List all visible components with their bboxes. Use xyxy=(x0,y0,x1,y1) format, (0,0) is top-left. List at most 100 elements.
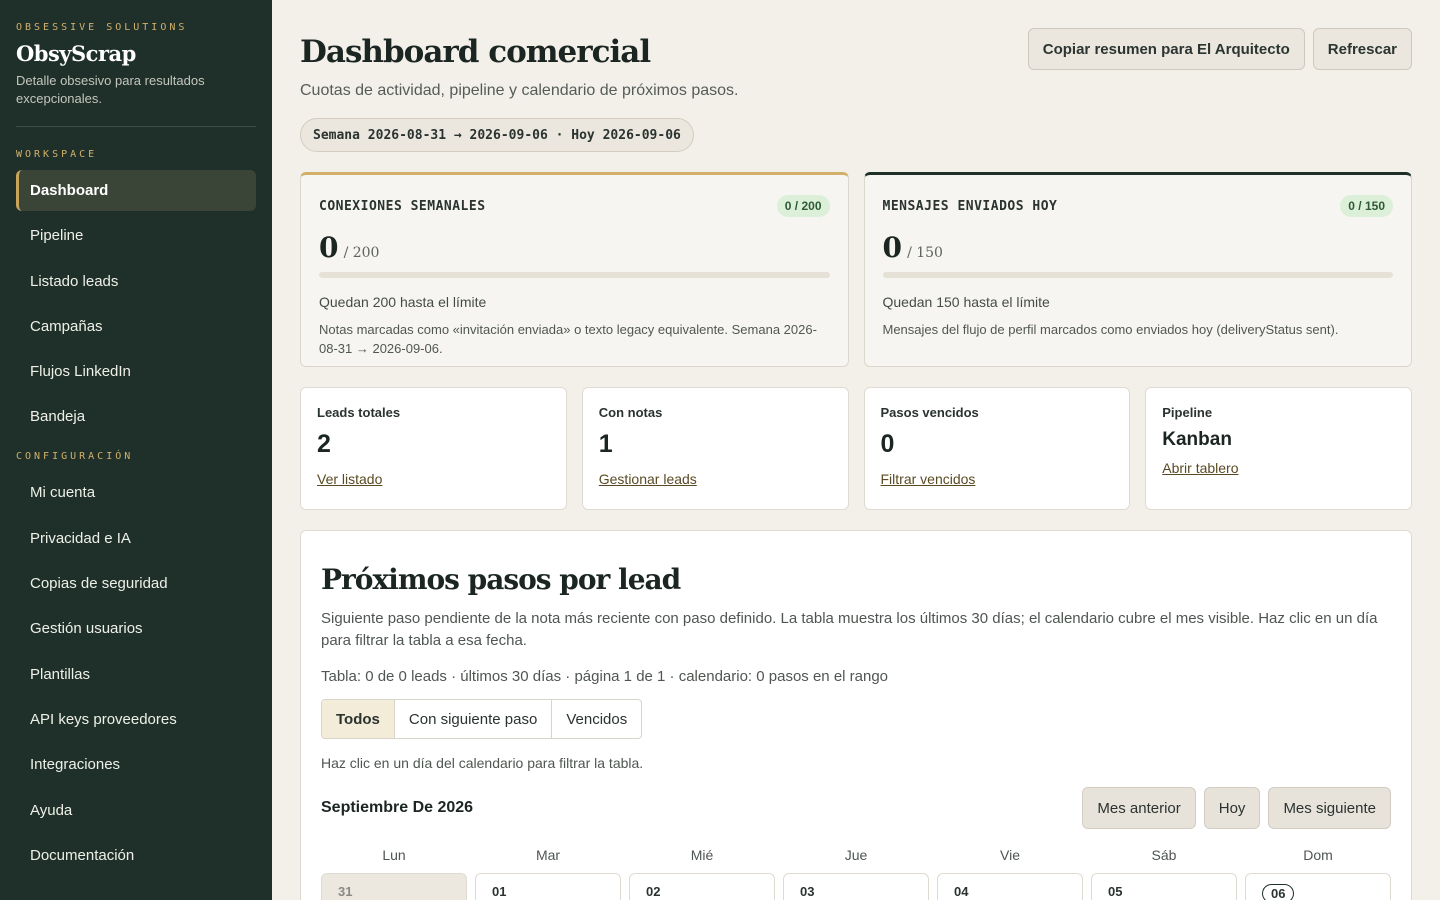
stat-card-with-notes: Con notas 1 Gestionar leads xyxy=(581,387,849,510)
filter-all[interactable]: Todos xyxy=(322,700,395,738)
stat-card-total-leads: Leads totales 2 Ver listado xyxy=(300,387,567,510)
header-actions: Copiar resumen para El Arquitecto Refres… xyxy=(1027,28,1412,70)
stat-value: Kanban xyxy=(1162,429,1232,450)
calendar-header: Septiembre De 2026 Mes anterior Hoy Mes … xyxy=(321,787,1391,829)
day-number: 03 xyxy=(800,884,815,899)
day-number: 02 xyxy=(646,884,661,899)
calendar-day[interactable]: 04 xyxy=(937,873,1083,900)
calendar-day[interactable]: 03 xyxy=(783,873,929,900)
sidebar-item-copias-seguridad[interactable]: Copias de seguridad xyxy=(16,563,256,604)
sidebar-item-privacidad-ia[interactable]: Privacidad e IA xyxy=(16,518,256,559)
weekday-label: Mié xyxy=(690,847,714,863)
weekday-label: Vie xyxy=(1000,847,1020,863)
stat-label: Leads totales xyxy=(317,405,401,420)
calendar-weekdays: Lun Mar Mié Jue Vie Sáb Dom xyxy=(321,847,1391,863)
sidebar-item-listado-leads[interactable]: Listado leads xyxy=(16,261,256,302)
quota-label: MENSAJES ENVIADOS HOY xyxy=(882,198,1058,214)
brand-tagline: Detalle obsesivo para resultados excepci… xyxy=(16,73,205,106)
sidebar-item-pipeline[interactable]: Pipeline xyxy=(16,215,256,256)
quota-current: 0 xyxy=(882,231,902,264)
calendar-day[interactable]: 02 xyxy=(629,873,775,900)
view-list-link[interactable]: Ver listado xyxy=(317,471,382,487)
next-month-button[interactable]: Mes siguiente xyxy=(1268,787,1391,829)
weekday-label: Sáb xyxy=(1151,847,1177,863)
day-number: 01 xyxy=(492,884,507,899)
calendar-day[interactable]: 31 xyxy=(321,873,467,900)
calendar-day[interactable]: 05 xyxy=(1091,873,1237,900)
stat-label: Con notas xyxy=(598,405,663,420)
stat-value: 0 xyxy=(880,430,895,458)
filter-with-next-step[interactable]: Con siguiente paso xyxy=(395,700,553,738)
next-steps-panel: Próximos pasos por lead Siguiente paso p… xyxy=(300,530,1412,900)
quota-current: 0 xyxy=(319,231,339,264)
calendar-nav: Mes anterior Hoy Mes siguiente xyxy=(1082,787,1391,829)
quota-limit: / 200 xyxy=(343,245,380,261)
quota-value: 0 / 150 xyxy=(883,231,1394,264)
main-content: Dashboard comercial Cuotas de actividad,… xyxy=(272,0,1440,900)
sidebar-item-dashboard[interactable]: Dashboard xyxy=(16,170,256,211)
sidebar-item-bandeja[interactable]: Bandeja xyxy=(16,396,256,437)
sidebar: OBSESSIVE SOLUTIONS ObsyScrap Detalle ob… xyxy=(0,0,272,900)
next-steps-filter: Todos Con siguiente paso Vencidos xyxy=(321,699,643,739)
stat-value: 2 xyxy=(317,430,331,458)
calendar-month: Septiembre De 2026 xyxy=(321,799,474,816)
quota-limit: / 150 xyxy=(907,245,943,261)
quota-remaining: Quedan 200 hasta el límite xyxy=(319,294,487,310)
quota-card-weekly-connections: CONEXIONES SEMANALES 0 / 200 0 / 200 Que… xyxy=(300,172,849,367)
filter-overdue[interactable]: Vencidos xyxy=(552,700,641,738)
calendar-day[interactable]: 01 xyxy=(475,873,621,900)
quota-note: Notas marcadas como «invitación enviada»… xyxy=(319,322,817,356)
sidebar-divider xyxy=(16,126,256,127)
page-subtitle: Cuotas de actividad, pipeline y calendar… xyxy=(300,82,739,99)
sidebar-item-api-keys[interactable]: API keys proveedores xyxy=(16,699,256,740)
calendar-day-today[interactable]: 06 xyxy=(1245,873,1391,900)
filter-overdue-link[interactable]: Filtrar vencidos xyxy=(881,471,976,487)
quota-cards: CONEXIONES SEMANALES 0 / 200 0 / 200 Que… xyxy=(300,172,1412,367)
week-range-pill: Semana 2026-08-31 → 2026-09-06 · Hoy 202… xyxy=(300,118,694,152)
quota-progress-bar xyxy=(882,272,1393,278)
stat-label: Pasos vencidos xyxy=(880,405,979,420)
quota-badge: 0 / 150 xyxy=(1340,195,1393,217)
quota-badge: 0 / 200 xyxy=(776,195,830,217)
stat-label: Pipeline xyxy=(1162,405,1213,420)
today-button[interactable]: Hoy xyxy=(1203,787,1261,829)
quota-progress-bar xyxy=(319,272,830,278)
quota-note: Mensajes del flujo de perfil marcados co… xyxy=(882,322,1339,337)
sidebar-item-gestion-usuarios[interactable]: Gestión usuarios xyxy=(16,608,256,649)
quota-value: 0 / 200 xyxy=(319,231,830,264)
calendar-hint: Haz clic en un día del calendario para f… xyxy=(321,755,644,771)
section-label-workspace: WORKSPACE xyxy=(16,149,98,160)
stat-card-overdue-steps: Pasos vencidos 0 Filtrar vencidos xyxy=(863,387,1131,510)
manage-leads-link[interactable]: Gestionar leads xyxy=(599,471,697,487)
config-nav: Mi cuenta Privacidad e IA Copias de segu… xyxy=(16,472,256,875)
sidebar-item-campanas[interactable]: Campañas xyxy=(16,306,256,347)
quota-label: CONEXIONES SEMANALES xyxy=(319,198,486,214)
sidebar-item-integraciones[interactable]: Integraciones xyxy=(16,744,256,785)
brand-title[interactable]: ObsyScrap xyxy=(16,41,256,66)
stat-value: 1 xyxy=(598,430,613,458)
stat-card-pipeline: Pipeline Kanban Abrir tablero xyxy=(1145,387,1412,510)
open-board-link[interactable]: Abrir tablero xyxy=(1162,460,1238,476)
sidebar-item-plantillas[interactable]: Plantillas xyxy=(16,654,256,695)
day-number: 04 xyxy=(954,884,969,899)
calendar-week: 31 01 02 03 04 05 06 xyxy=(321,873,1391,900)
refresh-button[interactable]: Refrescar xyxy=(1312,28,1412,70)
prev-month-button[interactable]: Mes anterior xyxy=(1082,787,1196,829)
weekday-label: Lun xyxy=(382,847,406,863)
sidebar-item-ayuda[interactable]: Ayuda xyxy=(16,790,256,831)
quota-card-daily-messages: MENSAJES ENVIADOS HOY 0 / 150 0 / 150 Qu… xyxy=(863,172,1412,367)
next-steps-title: Próximos pasos por lead xyxy=(321,563,681,596)
workspace-nav: Dashboard Pipeline Listado leads Campaña… xyxy=(16,170,256,437)
page-title: Dashboard comercial xyxy=(300,34,651,70)
weekday-label: Dom xyxy=(1303,847,1333,863)
sidebar-item-flujos-linkedin[interactable]: Flujos LinkedIn xyxy=(16,351,256,392)
weekday-label: Jue xyxy=(844,847,868,863)
quota-remaining: Quedan 150 hasta el límite xyxy=(882,294,1050,310)
weekday-label: Mar xyxy=(535,847,561,863)
brand-eyebrow: OBSESSIVE SOLUTIONS xyxy=(16,22,188,33)
stat-cards: Leads totales 2 Ver listado Con notas 1 … xyxy=(300,387,1412,510)
sidebar-item-documentacion[interactable]: Documentación xyxy=(16,835,256,876)
day-number: 31 xyxy=(338,884,353,899)
sidebar-item-mi-cuenta[interactable]: Mi cuenta xyxy=(16,472,256,513)
copy-summary-button[interactable]: Copiar resumen para El Arquitecto xyxy=(1027,28,1305,70)
